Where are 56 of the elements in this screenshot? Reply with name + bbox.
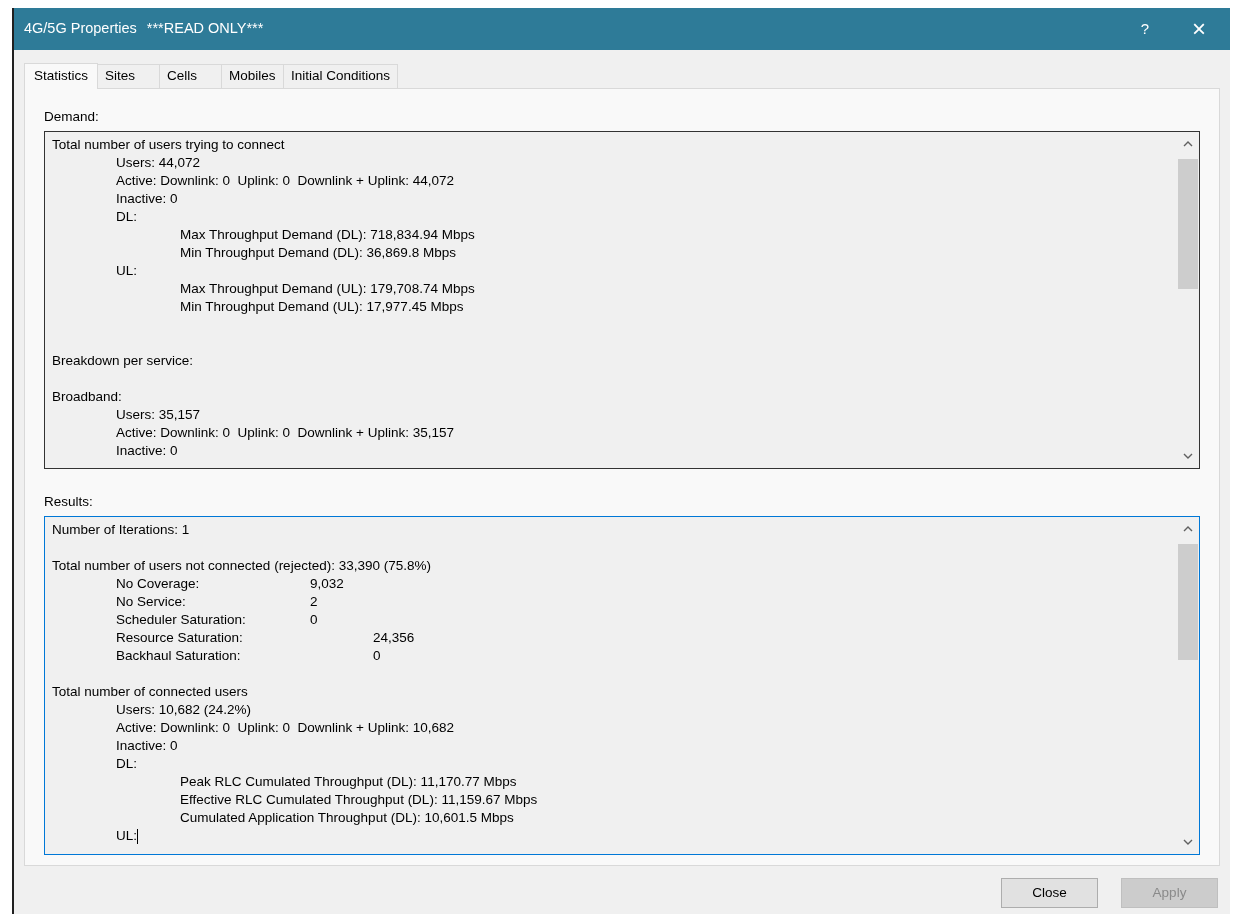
dialog-button[interactable]: Close: [1001, 878, 1098, 908]
scroll-up-icon[interactable]: [1183, 526, 1193, 532]
stat-value: 24,356: [373, 628, 415, 647]
stat-line: Cumulated Application Throughput (DL): 10,601.5 Mbps: [180, 808, 514, 827]
stat-label: Resource Saturation:: [116, 628, 244, 647]
window-title: 4G/5G Properties: [24, 19, 137, 39]
stat-line: Total number of connected users: [52, 682, 248, 701]
stat-line: Broadband:: [52, 387, 122, 406]
stat-line: UL:: [116, 261, 137, 280]
stat-line: Min Throughput Demand (UL): 17,977.45 Mbps: [180, 297, 464, 316]
stat-label: No Service:: [116, 592, 187, 611]
stat-label: No Coverage:: [116, 574, 201, 593]
stat-line: UL:: [116, 826, 137, 845]
tab[interactable]: Cells: [160, 64, 222, 88]
stat-line: Active: Downlink: 0 Uplink: 0 Downlink + Uplink: 35,157: [116, 423, 455, 442]
tab[interactable]: Mobiles: [222, 64, 284, 88]
stat-line: Peak RLC Cumulated Throughput (DL): 11,170.77 Mbps: [180, 772, 517, 791]
stat-line: Max Throughput Demand (DL): 718,834.94 Mbps: [180, 225, 475, 244]
stat-line: Total number of users trying to connect: [52, 135, 285, 154]
help-button[interactable]: ?: [1122, 8, 1168, 50]
group-label: Results:: [44, 493, 94, 511]
stat-line: Inactive: 0: [116, 189, 178, 208]
stat-line: Users: 35,157: [116, 405, 201, 424]
tab[interactable]: Sites: [98, 64, 160, 88]
scroll-down-icon[interactable]: [1183, 453, 1193, 459]
group-label: Demand:: [44, 108, 100, 126]
close-button[interactable]: ×: [1168, 8, 1230, 50]
scroll-up-icon[interactable]: [1183, 141, 1193, 147]
stat-value: 0: [373, 646, 381, 665]
stat-line: Users: 10,682 (24.2%): [116, 700, 252, 719]
stat-line: Max Throughput Demand (UL): 179,708.74 Mbps: [180, 279, 475, 298]
stat-line: Breakdown per service:: [52, 351, 194, 370]
stat-line: DL:: [116, 207, 137, 226]
tab[interactable]: Initial Conditions: [284, 64, 399, 88]
stat-line: Active: Downlink: 0 Uplink: 0 Downlink + Uplink: 10,682: [116, 718, 455, 737]
stat-value: 9,032: [310, 574, 344, 593]
tab[interactable]: Statistics: [24, 63, 98, 89]
scroll-thumb[interactable]: [1178, 159, 1198, 289]
stat-label: Backhaul Saturation:: [116, 646, 242, 665]
stats-text-area[interactable]: [44, 131, 1200, 469]
stat-line: Number of Iterations: 1: [52, 520, 190, 539]
stat-line: DL:: [116, 754, 137, 773]
stat-value: 2: [310, 592, 318, 611]
stat-line: Active: Downlink: 0 Uplink: 0 Downlink + Uplink: 44,072: [116, 171, 455, 190]
scroll-down-icon[interactable]: [1183, 839, 1193, 845]
stats-text-area[interactable]: [44, 516, 1200, 855]
stat-label: Scheduler Saturation:: [116, 610, 247, 629]
scroll-thumb[interactable]: [1178, 544, 1198, 660]
stat-line: Effective RLC Cumulated Throughput (DL): 11,159.67 Mbps: [180, 790, 538, 809]
stat-line: Total number of users not connected (rejected): 33,390 (75.8%): [52, 556, 431, 575]
stat-line: Inactive: 0: [116, 441, 178, 460]
stat-line: Users: 44,072: [116, 153, 201, 172]
stat-value: 0: [310, 610, 318, 629]
stat-line: Min Throughput Demand (DL): 36,869.8 Mbps: [180, 243, 456, 262]
read-only-label: ***READ ONLY***: [146, 19, 264, 39]
stat-line: Inactive: 0: [116, 736, 178, 755]
